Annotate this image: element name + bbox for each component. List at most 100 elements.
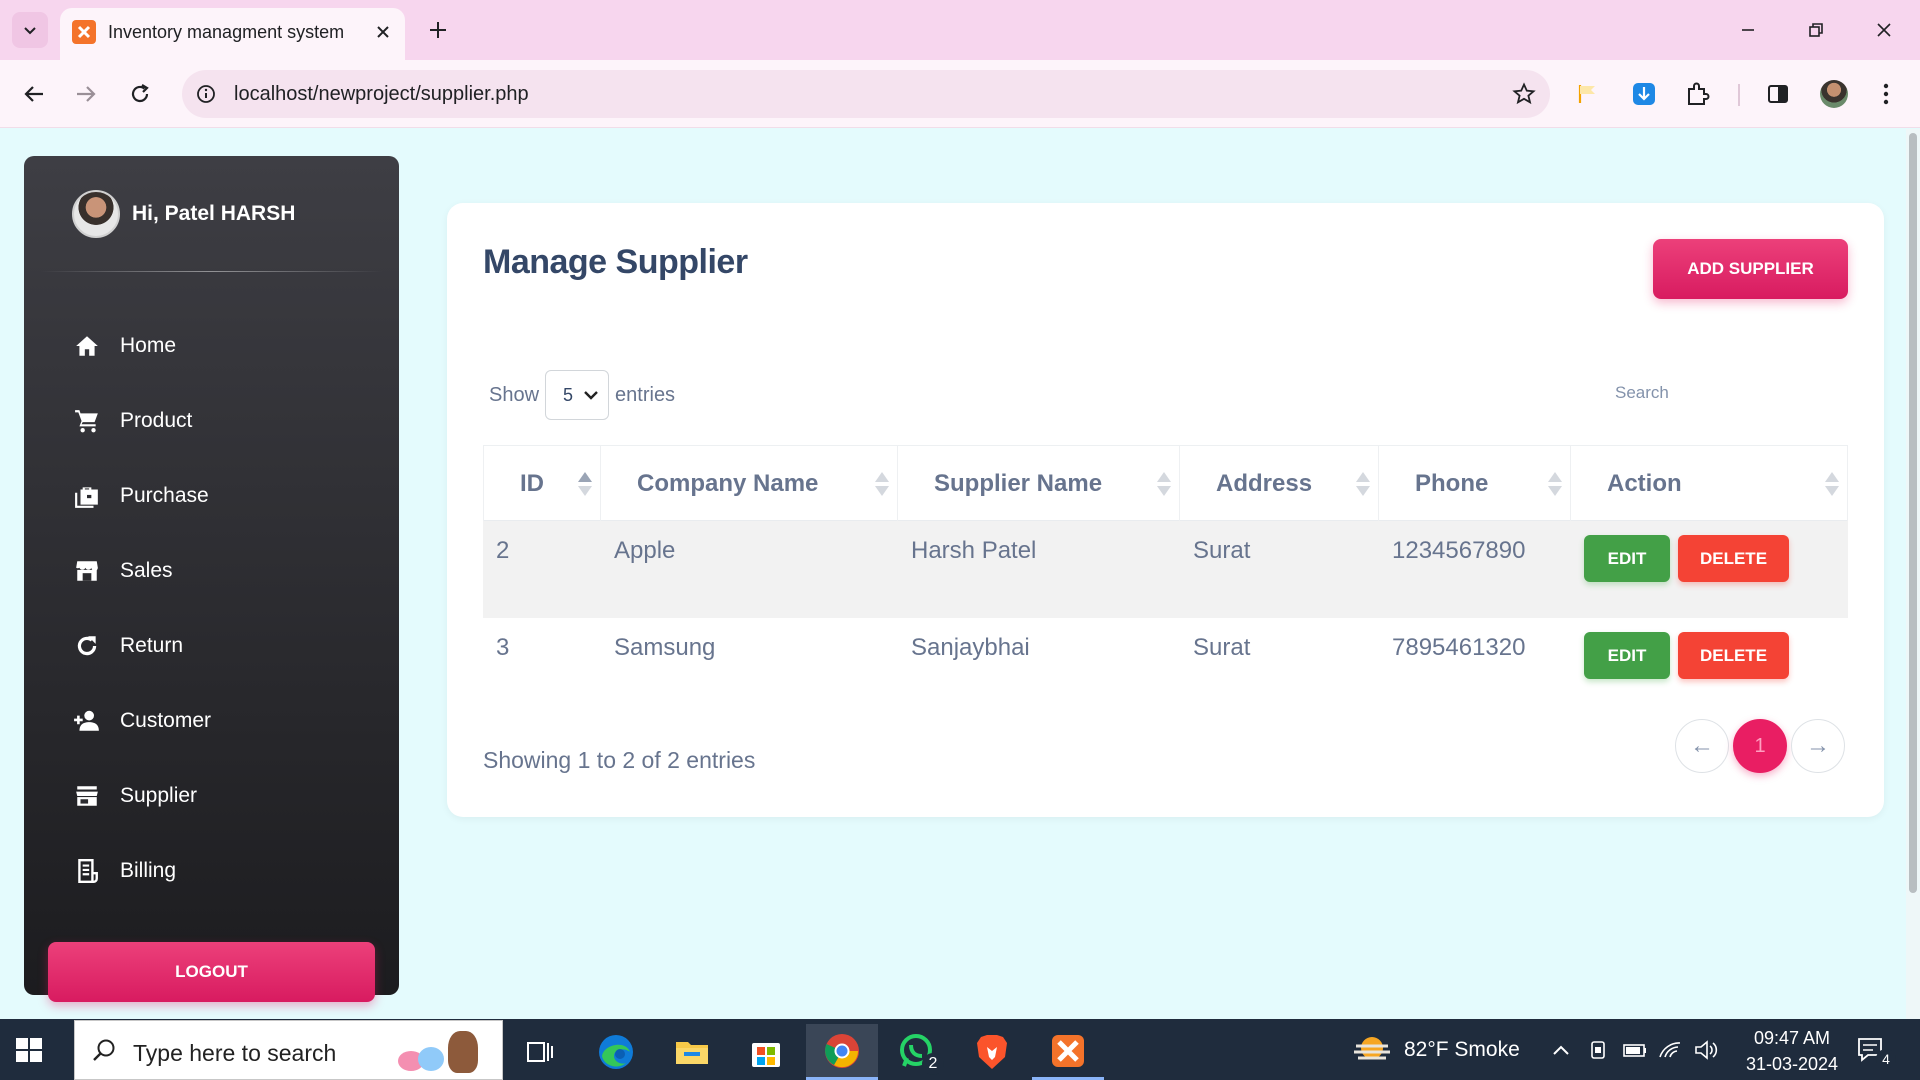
new-tab-button[interactable] (422, 14, 454, 46)
user-profile: Hi, Patel HARSH (72, 190, 295, 238)
sidebar-item-billing[interactable]: Billing (72, 849, 372, 893)
chevron-down-icon (584, 391, 598, 400)
xampp-icon[interactable] (1032, 1024, 1104, 1080)
flag-extension-icon[interactable] (1570, 76, 1606, 112)
notification-center-button[interactable]: 4 (1856, 1019, 1896, 1080)
profile-avatar[interactable] (1816, 76, 1852, 112)
address-bar[interactable]: localhost/newproject/supplier.php (182, 70, 1550, 118)
more-vertical-icon (1883, 83, 1889, 105)
taskbar-search-box[interactable]: Type here to search (74, 1020, 503, 1080)
cell-supplier: Sanjaybhai (911, 634, 1030, 661)
logout-button[interactable]: LOGOUT (48, 942, 375, 1002)
plus-icon (430, 22, 446, 38)
pagination-next[interactable]: → (1791, 719, 1845, 773)
windows-logo-icon (16, 1038, 42, 1062)
entries-length-control: Show 5 entries (489, 370, 675, 420)
whatsapp-icon[interactable]: 2 (882, 1024, 954, 1080)
entries-select[interactable]: 5 (545, 370, 610, 420)
taskbar-clock[interactable]: 09:47 AM 31-03-2024 (1740, 1025, 1844, 1077)
sidebar-item-sales[interactable]: Sales (72, 549, 372, 593)
extensions-puzzle-icon[interactable] (1680, 76, 1716, 112)
search-input[interactable]: Search (1615, 383, 1845, 413)
restore-button[interactable] (1794, 10, 1838, 50)
sidebar-item-purchase[interactable]: Purchase (72, 474, 372, 518)
add-supplier-button[interactable]: ADD SUPPLIER (1653, 239, 1848, 299)
pagination-page-1[interactable]: 1 (1733, 719, 1787, 773)
sidebar-item-product[interactable]: Product (72, 399, 372, 443)
edge-browser-icon[interactable] (580, 1024, 652, 1080)
wifi-icon[interactable] (1658, 1019, 1682, 1080)
tab-search-button[interactable] (12, 12, 48, 48)
brave-browser-icon[interactable] (956, 1024, 1028, 1080)
column-header-supplier-name[interactable]: Supplier Name (898, 446, 1180, 522)
chevron-up-icon (1553, 1045, 1569, 1055)
sidebar-item-customer[interactable]: Customer (72, 699, 372, 743)
delete-button[interactable]: DELETE (1678, 632, 1789, 679)
back-button[interactable] (14, 74, 54, 114)
sidebar-item-label: Product (120, 409, 193, 432)
forward-button[interactable] (66, 74, 106, 114)
sort-icon (578, 470, 592, 498)
column-header-address[interactable]: Address (1180, 446, 1379, 522)
cell-phone: 7895461320 (1392, 634, 1526, 661)
cell-phone: 1234567890 (1392, 537, 1526, 564)
table-row: 2 Apple Harsh Patel Surat 1234567890 EDI… (483, 521, 1848, 618)
task-view-icon[interactable] (504, 1024, 576, 1080)
side-panel-icon[interactable] (1760, 76, 1796, 112)
page-content: Hi, Patel HARSH Home Product Purchase Sa… (0, 129, 1920, 1019)
chrome-browser-icon[interactable] (806, 1024, 878, 1080)
minimize-button[interactable] (1726, 10, 1770, 50)
microsoft-store-icon[interactable] (730, 1024, 802, 1080)
column-header-company-name[interactable]: Company Name (601, 446, 898, 522)
tab-close-button[interactable] (371, 20, 395, 44)
column-header-phone[interactable]: Phone (1379, 446, 1571, 522)
page-scrollbar[interactable] (1906, 129, 1920, 1019)
site-info-icon[interactable] (194, 82, 218, 106)
easter-eggs-illustration-icon (390, 1029, 494, 1075)
browser-menu-button[interactable] (1868, 76, 1904, 112)
sidebar-item-supplier[interactable]: Supplier (72, 774, 372, 818)
meet-now-icon[interactable] (1588, 1019, 1610, 1080)
pagination-previous[interactable]: ← (1675, 719, 1729, 773)
sidebar-item-label: Home (120, 334, 177, 357)
sidebar-item-label: Supplier (120, 784, 198, 807)
windows-start-button[interactable] (14, 1035, 44, 1065)
url-text[interactable]: localhost/newproject/supplier.php (234, 83, 529, 106)
scrollbar-thumb[interactable] (1909, 133, 1917, 893)
cart-icon (72, 406, 102, 436)
download-extension-icon[interactable] (1626, 76, 1662, 112)
file-explorer-icon[interactable] (656, 1024, 728, 1080)
storefront-icon (72, 781, 102, 811)
sort-icon (1825, 470, 1839, 498)
show-hidden-icons-button[interactable] (1550, 1019, 1572, 1080)
cell-supplier: Harsh Patel (911, 537, 1037, 564)
column-header-action[interactable]: Action (1571, 446, 1848, 522)
reload-icon (131, 84, 149, 103)
sidebar-item-label: Return (120, 634, 184, 657)
weather-text: 82°F Smoke (1404, 1037, 1520, 1061)
hazy-sun-icon (1354, 1036, 1390, 1059)
volume-icon[interactable] (1694, 1019, 1720, 1080)
sidebar-item-label: Billing (120, 859, 177, 882)
column-header-id[interactable]: ID (483, 446, 601, 522)
bookmark-star-icon[interactable] (1510, 80, 1538, 108)
edit-button[interactable]: EDIT (1584, 632, 1670, 679)
sort-icon (1548, 470, 1562, 498)
sort-icon (875, 470, 889, 498)
delete-button[interactable]: DELETE (1678, 535, 1789, 582)
browser-tab-active[interactable]: Inventory managment system (60, 8, 405, 60)
entries-label: entries (615, 383, 676, 406)
cell-company: Apple (614, 537, 676, 564)
close-window-button[interactable] (1862, 10, 1906, 50)
battery-icon[interactable] (1622, 1019, 1648, 1080)
browser-toolbar: localhost/newproject/supplier.php (0, 60, 1920, 128)
table-row: 3 Samsung Sanjaybhai Surat 7895461320 ED… (483, 618, 1848, 715)
sidebar-item-return[interactable]: Return (72, 624, 372, 668)
edit-button[interactable]: EDIT (1584, 535, 1670, 582)
reload-button[interactable] (120, 74, 160, 114)
weather-widget[interactable]: 82°F Smoke (1352, 1019, 1520, 1080)
table-info: Showing 1 to 2 of 2 entries (483, 747, 756, 773)
home-icon (72, 331, 102, 361)
sidebar-item-home[interactable]: Home (72, 324, 372, 368)
supplier-table: ID Company Name Supplier Name Address Ph… (483, 445, 1848, 715)
